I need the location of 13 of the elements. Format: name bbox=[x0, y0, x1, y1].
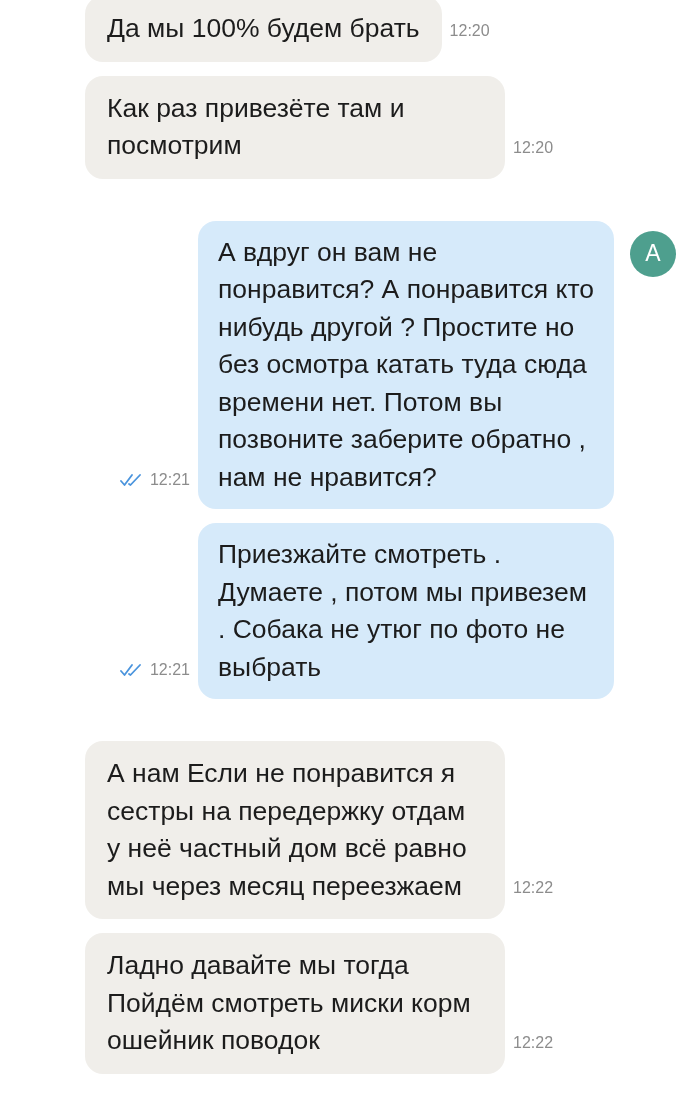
message-time: 12:22 bbox=[513, 879, 554, 897]
message-bubble: Приезжайте смотреть . Думаете , потом мы привезем . Собака не утюг по фото не выбрать bbox=[198, 523, 614, 699]
message-time: 12:21 bbox=[149, 661, 190, 679]
message-time: 12:22 bbox=[513, 1033, 554, 1052]
message-bubble: Как раз привезёте там и посмотрим bbox=[85, 75, 505, 179]
message-time: 12:20 bbox=[449, 21, 490, 40]
avatar[interactable]: A bbox=[630, 230, 676, 277]
message-time: 12:21 bbox=[149, 471, 190, 489]
message-bubble: А вдруг он вам не понравится? А понравится кто нибудь другой ? Простите но без осмотра катать туда сюда времени нет. Потом вы позвоните заберите обратно , нам не нравится? bbox=[198, 220, 614, 509]
message-bubble: Да мы 100% будем брать bbox=[85, 0, 442, 62]
message-time: 12:20 bbox=[513, 138, 554, 157]
message-bubble: Ладно давайте мы тогда Пойдём смотреть миски корм ошейник поводок bbox=[85, 933, 505, 1074]
message-bubble: А нам Если не понравится я сестры на передержку отдам у неё частный дом всё равно мы через месяц переезжаем bbox=[85, 741, 505, 919]
